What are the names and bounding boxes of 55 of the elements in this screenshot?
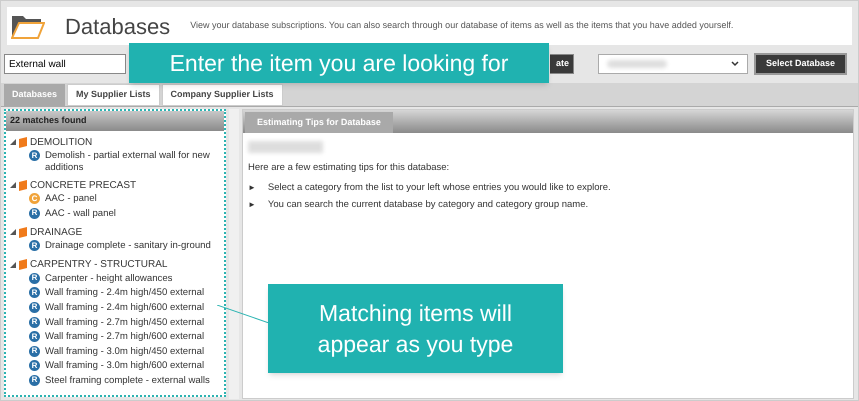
tip-text: You can search the current database by category and category group name. <box>268 198 588 212</box>
badge-icon: C <box>29 193 40 204</box>
search-button[interactable]: ate <box>550 54 574 74</box>
result-item[interactable]: Steel framing complete - external walls <box>45 374 210 387</box>
expand-arrow-icon[interactable] <box>10 229 16 236</box>
badge-icon: R <box>29 316 40 328</box>
search-field[interactable]: External wall <box>4 54 126 74</box>
result-item[interactable]: Demolish - partial external wall for new additions <box>45 150 220 174</box>
page-description: View your database subscriptions. You can also search through our database of items as well as the items that you have added yourself. <box>190 19 734 32</box>
book-icon <box>19 259 27 270</box>
result-item[interactable]: Wall framing - 2.7m high/450 external <box>45 316 204 329</box>
expand-arrow-icon[interactable] <box>10 182 16 188</box>
scrollbar[interactable] <box>229 109 239 399</box>
blurred-text <box>607 60 667 68</box>
badge-icon: R <box>29 272 40 284</box>
tab[interactable]: My Supplier Lists <box>67 84 160 106</box>
badge-icon: R <box>29 240 40 252</box>
callout: Matching items will appear as you type <box>268 284 563 373</box>
category-name[interactable]: CONCRETE PRECAST <box>30 178 136 192</box>
book-icon <box>19 136 27 148</box>
category-name[interactable]: DRAINAGE <box>30 224 82 240</box>
book-icon <box>19 180 27 190</box>
result-item[interactable]: Carpenter - height allowances <box>45 272 172 285</box>
badge-icon: R <box>29 346 40 357</box>
result-item[interactable]: AAC - panel <box>45 193 97 205</box>
expand-arrow-icon[interactable] <box>10 139 16 145</box>
badge-icon: R <box>29 374 40 386</box>
badge-icon: R <box>29 150 40 161</box>
bullet-icon: ► <box>248 198 256 211</box>
result-item[interactable]: Wall framing - 2.4m high/450 external <box>45 287 204 300</box>
result-item[interactable]: Wall framing - 3.0m high/450 external <box>45 346 204 358</box>
tab[interactable]: Company Supplier Lists <box>162 84 283 106</box>
tip-text: Select a category from the list to your left whose entries you would like to explore. <box>268 181 611 196</box>
page-title: Databases <box>65 12 170 40</box>
tips-intro: Here are a few estimating tips for this database: <box>248 161 450 175</box>
result-item[interactable]: AAC - wall panel <box>45 208 116 220</box>
results-header: 22 matches found <box>6 111 224 131</box>
chevron-down-icon <box>731 61 739 67</box>
badge-icon: R <box>29 331 40 342</box>
select-database-button[interactable]: Select Database <box>754 53 847 75</box>
book-icon <box>19 226 27 238</box>
bullet-icon: ► <box>248 182 256 194</box>
callout: Enter the item you are looking for <box>129 43 549 83</box>
badge-icon: R <box>29 360 40 372</box>
result-item[interactable]: Drainage complete - sanitary in-ground <box>45 240 211 252</box>
result-item[interactable]: Wall framing - 2.4m high/600 external <box>45 302 204 314</box>
category-name[interactable]: DEMOLITION <box>30 134 92 150</box>
badge-icon: R <box>29 287 40 298</box>
expand-arrow-icon[interactable] <box>10 262 16 268</box>
result-item[interactable]: Wall framing - 3.0m high/600 external <box>45 360 204 372</box>
badge-icon: R <box>29 302 40 313</box>
badge-icon: R <box>29 208 40 219</box>
category-name[interactable]: CARPENTRY - STRUCTURAL <box>30 257 168 272</box>
result-item[interactable]: Wall framing - 2.7m high/600 external <box>45 331 204 344</box>
folder-icon <box>11 13 45 39</box>
